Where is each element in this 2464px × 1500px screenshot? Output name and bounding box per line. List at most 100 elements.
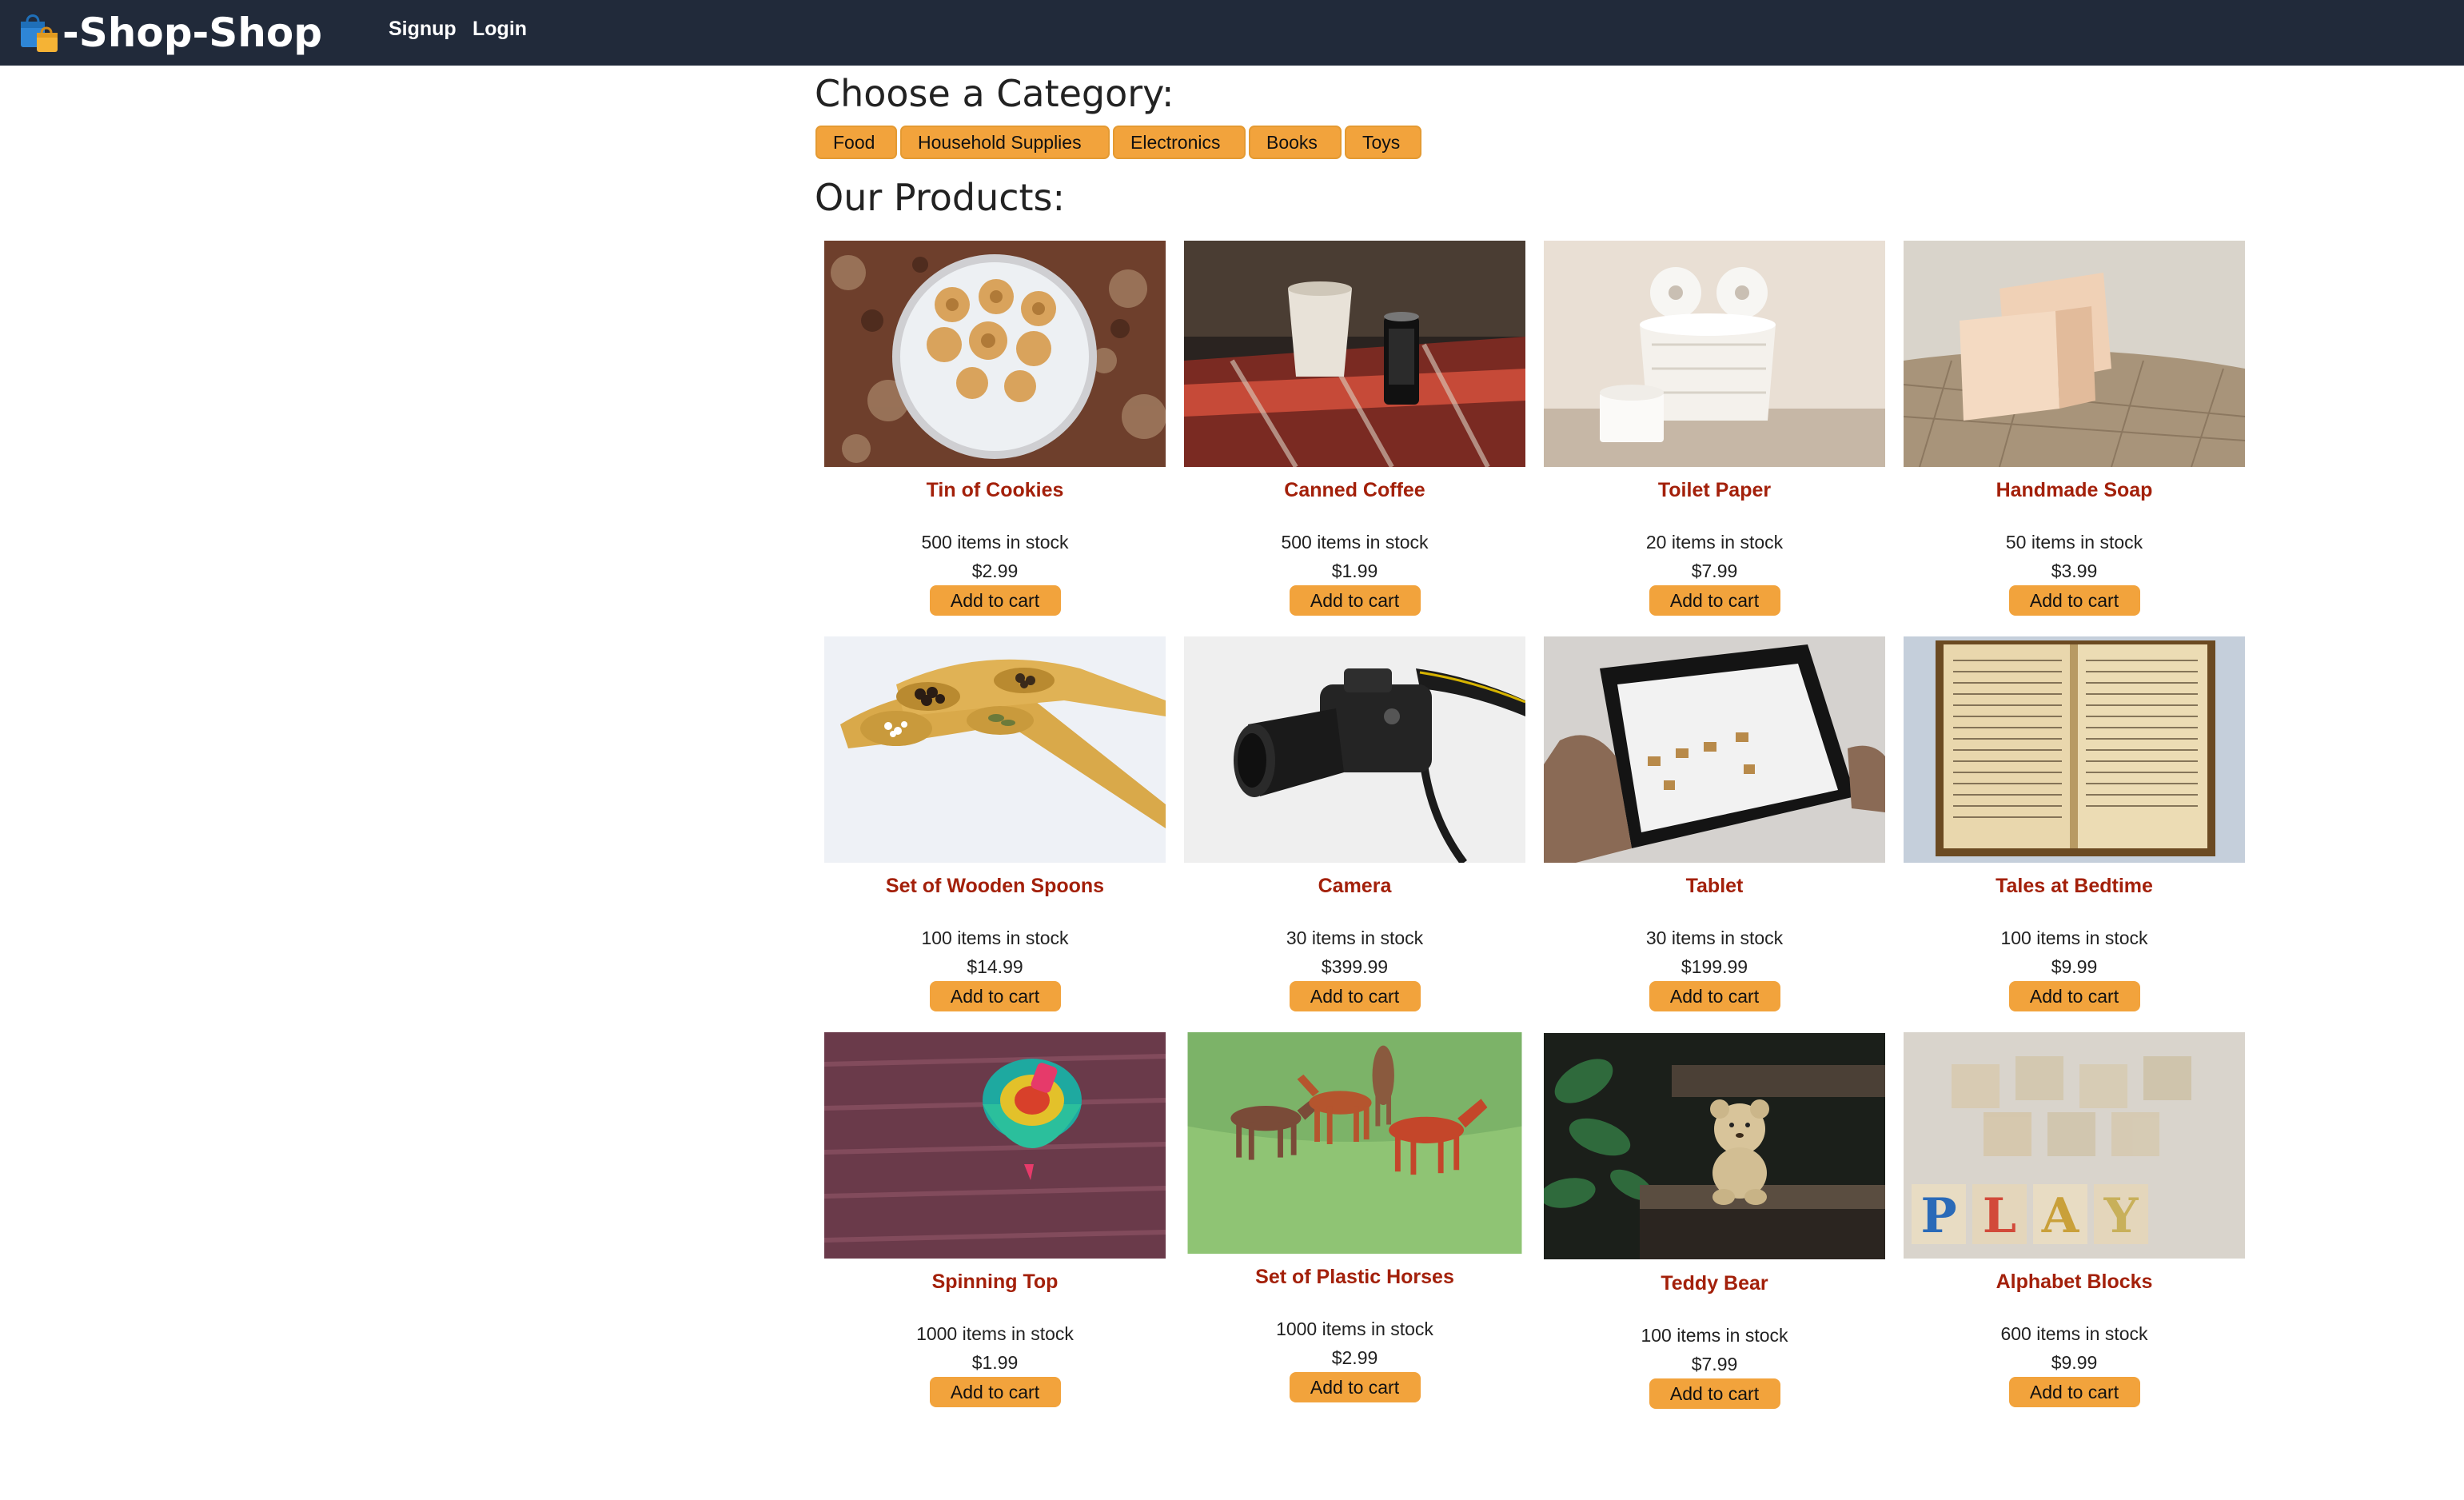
- add-to-cart-button[interactable]: Add to cart: [1649, 981, 1780, 1011]
- product-card: Tin of Cookies 500 items in stock $2.99 …: [824, 241, 1166, 616]
- product-price: $14.99: [967, 956, 1023, 977]
- product-stock: 500 items in stock: [921, 532, 1069, 553]
- product-price: $9.99: [2051, 956, 2098, 977]
- tablet-photo: [1544, 636, 1885, 863]
- product-image[interactable]: [1904, 636, 2245, 863]
- product-stock: 500 items in stock: [1281, 532, 1429, 553]
- add-to-cart-button[interactable]: Add to cart: [1289, 585, 1421, 616]
- product-image[interactable]: [824, 636, 1166, 863]
- category-button-food[interactable]: Food: [815, 126, 897, 159]
- product-price: $7.99: [1691, 1354, 1738, 1374]
- product-image[interactable]: [1184, 1032, 1525, 1254]
- add-to-cart-button[interactable]: Add to cart: [929, 585, 1061, 616]
- product-name[interactable]: Tin of Cookies: [824, 478, 1166, 502]
- product-name[interactable]: Camera: [1184, 874, 1525, 898]
- product-stock: 30 items in stock: [1645, 928, 1784, 948]
- brand-name: -Shop-Shop: [62, 10, 322, 56]
- product-image[interactable]: [1544, 636, 1885, 863]
- product-price: $2.99: [1331, 1347, 1378, 1368]
- product-image[interactable]: [1184, 636, 1525, 863]
- product-price: $7.99: [1691, 561, 1738, 581]
- product-image[interactable]: [824, 241, 1166, 467]
- product-card: Spinning Top 1000 items in stock $1.99 A…: [824, 1032, 1166, 1407]
- product-image[interactable]: [824, 1032, 1166, 1259]
- add-to-cart-button[interactable]: Add to cart: [2008, 981, 2140, 1011]
- product-stock: 100 items in stock: [921, 928, 1069, 948]
- product-price: $2.99: [971, 561, 1019, 581]
- product-image[interactable]: [1184, 241, 1525, 467]
- product-price: $199.99: [1681, 956, 1748, 977]
- product-stock: 50 items in stock: [2005, 532, 2143, 553]
- product-card: Handmade Soap 50 items in stock $3.99 Ad…: [1904, 241, 2245, 616]
- product-stock: 100 items in stock: [1641, 1325, 1788, 1346]
- add-to-cart-button[interactable]: Add to cart: [2008, 1377, 2140, 1407]
- canned-coffee-photo: [1184, 241, 1525, 467]
- product-price: $3.99: [2051, 561, 2098, 581]
- product-card: P L A Y Alphabet Blocks 600 items in sto…: [1904, 1032, 2245, 1407]
- product-image[interactable]: [1544, 241, 1885, 467]
- alphabet-blocks-photo: P L A Y: [1904, 1032, 2245, 1259]
- product-card: Teddy Bear 100 items in stock $7.99 Add …: [1544, 1032, 1885, 1409]
- category-button-household-supplies[interactable]: Household Supplies: [900, 126, 1110, 159]
- open-book-photo: [1904, 636, 2245, 863]
- plastic-horses-photo: [1187, 1032, 1522, 1254]
- product-name[interactable]: Teddy Bear: [1544, 1271, 1885, 1295]
- camera-photo: [1184, 636, 1525, 863]
- product-stock: 30 items in stock: [1286, 928, 1424, 948]
- login-link[interactable]: Login: [472, 18, 527, 41]
- product-image[interactable]: [1904, 241, 2245, 467]
- product-name[interactable]: Set of Wooden Spoons: [824, 874, 1166, 898]
- category-heading: Choose a Category:: [815, 72, 1174, 115]
- product-name[interactable]: Handmade Soap: [1904, 478, 2245, 502]
- product-price: $1.99: [971, 1352, 1019, 1373]
- brand-logo[interactable]: -Shop-Shop: [16, 6, 322, 59]
- add-to-cart-button[interactable]: Add to cart: [929, 1377, 1061, 1407]
- product-stock: 600 items in stock: [2000, 1323, 2148, 1344]
- add-to-cart-button[interactable]: Add to cart: [1289, 981, 1421, 1011]
- product-image[interactable]: [1544, 1032, 1885, 1260]
- toilet-paper-photo: [1544, 241, 1885, 467]
- add-to-cart-button[interactable]: Add to cart: [1649, 1378, 1780, 1409]
- signup-link[interactable]: Signup: [389, 18, 457, 41]
- product-card: Camera 30 items in stock $399.99 Add to …: [1184, 636, 1525, 1011]
- svg-text:A: A: [2041, 1188, 2080, 1244]
- top-navbar: -Shop-Shop Signup Login: [0, 0, 2464, 66]
- category-list: Food Household Supplies Electronics Book…: [815, 126, 1425, 159]
- add-to-cart-button[interactable]: Add to cart: [1289, 1372, 1421, 1402]
- category-button-books[interactable]: Books: [1249, 126, 1342, 159]
- svg-text:Y: Y: [2103, 1188, 2139, 1244]
- product-card: Canned Coffee 500 items in stock $1.99 A…: [1184, 241, 1525, 616]
- product-name[interactable]: Tales at Bedtime: [1904, 874, 2245, 898]
- soap-photo: [1904, 241, 2245, 467]
- products-heading: Our Products:: [815, 176, 1066, 219]
- product-stock: 1000 items in stock: [1276, 1318, 1433, 1339]
- product-stock: 1000 items in stock: [916, 1323, 1074, 1344]
- product-name[interactable]: Set of Plastic Horses: [1184, 1265, 1525, 1289]
- add-to-cart-button[interactable]: Add to cart: [2008, 585, 2140, 616]
- teddy-bear-photo: [1544, 1033, 1885, 1259]
- category-button-electronics[interactable]: Electronics: [1113, 126, 1246, 159]
- svg-text:L: L: [1983, 1188, 2016, 1244]
- product-stock: 100 items in stock: [2000, 928, 2148, 948]
- product-card: Set of Plastic Horses 1000 items in stoc…: [1184, 1032, 1525, 1402]
- svg-text:P: P: [1920, 1188, 1956, 1244]
- product-price: $1.99: [1331, 561, 1378, 581]
- product-image[interactable]: P L A Y: [1904, 1032, 2245, 1259]
- product-price: $9.99: [2051, 1352, 2098, 1373]
- cookie-tin-photo: [824, 241, 1166, 467]
- product-name[interactable]: Alphabet Blocks: [1904, 1270, 2245, 1294]
- category-button-toys[interactable]: Toys: [1345, 126, 1421, 159]
- product-card: Toilet Paper 20 items in stock $7.99 Add…: [1544, 241, 1885, 616]
- product-name[interactable]: Canned Coffee: [1184, 478, 1525, 502]
- product-card: Tablet 30 items in stock $199.99 Add to …: [1544, 636, 1885, 1011]
- product-stock: 20 items in stock: [1645, 532, 1784, 553]
- add-to-cart-button[interactable]: Add to cart: [1649, 585, 1780, 616]
- product-name[interactable]: Tablet: [1544, 874, 1885, 898]
- spinning-top-photo: [824, 1032, 1166, 1259]
- product-name[interactable]: Spinning Top: [824, 1270, 1166, 1294]
- product-price: $399.99: [1321, 956, 1389, 977]
- wooden-spoons-photo: [824, 636, 1166, 863]
- add-to-cart-button[interactable]: Add to cart: [929, 981, 1061, 1011]
- product-card: Tales at Bedtime 100 items in stock $9.9…: [1904, 636, 2245, 1011]
- product-name[interactable]: Toilet Paper: [1544, 478, 1885, 502]
